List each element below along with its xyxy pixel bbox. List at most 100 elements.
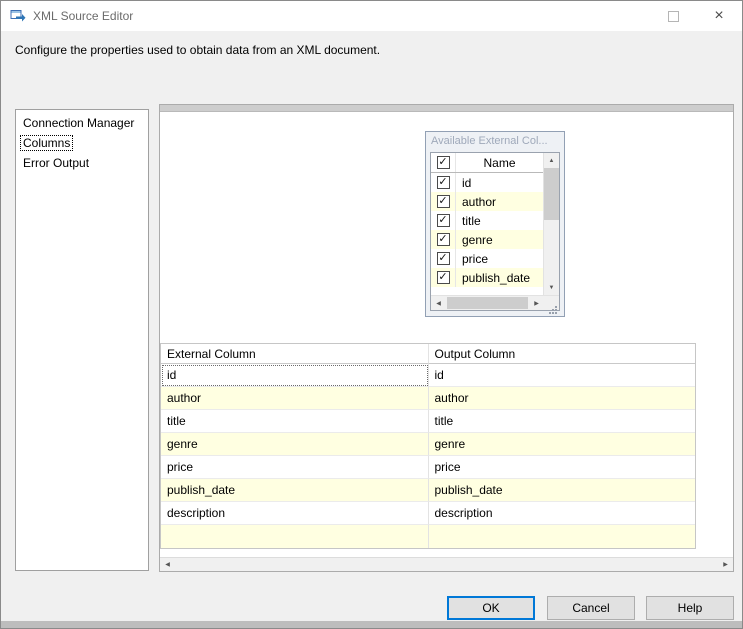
available-column-row[interactable]: ✓ genre (431, 230, 543, 249)
grid-cell-output[interactable]: id (429, 364, 696, 387)
grid-cell-external[interactable]: price (161, 456, 429, 479)
horizontal-scrollbar[interactable]: ◀ ▶ (431, 295, 559, 310)
select-all-checkbox[interactable]: ✓ (437, 156, 450, 169)
vertical-scroll-thumb[interactable] (544, 168, 559, 220)
close-button[interactable]: × (696, 1, 742, 31)
nav-item-label: Error Output (21, 156, 91, 170)
grid-row: description description (161, 502, 695, 525)
column-checkbox[interactable]: ✓ (437, 271, 450, 284)
grid-cell-output[interactable]: description (429, 502, 696, 525)
grid-row: price price (161, 456, 695, 479)
mapping-grid: External Column Output Column id id auth… (160, 343, 696, 549)
grid-cell-output[interactable] (429, 525, 696, 548)
available-column-row[interactable]: ✓ publish_date (431, 268, 543, 287)
available-column-row[interactable]: ✓ title (431, 211, 543, 230)
horizontal-scroll-track[interactable] (446, 296, 529, 310)
window-title: XML Source Editor (33, 9, 133, 23)
scroll-left-button[interactable]: ◀ (431, 296, 446, 310)
scroll-left-icon: ◀ (436, 300, 441, 307)
maximize-button[interactable] (650, 1, 696, 31)
column-name: title (456, 214, 543, 228)
scroll-right-button[interactable]: ▶ (529, 296, 544, 310)
grid-row: title title (161, 410, 695, 433)
grid-cell-external[interactable]: description (161, 502, 429, 525)
columns-page-panel: Available External Col... ✓ Name ✓ (159, 104, 734, 572)
grid-cell-external[interactable] (161, 525, 429, 548)
window-bottom-edge (1, 621, 742, 628)
external-column-header[interactable]: External Column (161, 344, 429, 364)
resize-grip-icon (555, 306, 557, 308)
column-checkbox[interactable]: ✓ (437, 252, 450, 265)
panel-top-divider (160, 105, 733, 112)
select-all-cell: ✓ (431, 153, 456, 172)
close-icon: × (714, 8, 723, 24)
window-controls: × (650, 1, 742, 31)
nav-item-label: Connection Manager (21, 116, 136, 130)
dialog-description: Configure the properties used to obtain … (15, 43, 380, 57)
grid-cell-output[interactable]: publish_date (429, 479, 696, 502)
grid-cell-external[interactable]: publish_date (161, 479, 429, 502)
available-columns-rows: ✓ Name ✓ id ✓ (431, 153, 543, 295)
grid-row (161, 525, 695, 548)
scroll-up-button[interactable]: ▲ (544, 153, 559, 168)
nav-item-columns[interactable]: Columns (16, 133, 148, 153)
column-checkbox[interactable]: ✓ (437, 214, 450, 227)
checkbox-cell: ✓ (431, 173, 456, 192)
horizontal-scroll-thumb[interactable] (447, 297, 528, 309)
available-columns-list: ✓ Name ✓ id ✓ (430, 152, 560, 311)
grid-cell-output[interactable]: price (429, 456, 696, 479)
scroll-left-button[interactable]: ◀ (160, 558, 175, 571)
column-checkbox[interactable]: ✓ (437, 195, 450, 208)
column-name: id (456, 176, 543, 190)
check-icon: ✓ (438, 272, 447, 283)
ok-button[interactable]: OK (447, 596, 535, 620)
column-name: publish_date (456, 271, 543, 285)
help-button[interactable]: Help (646, 596, 734, 620)
column-name: genre (456, 233, 543, 247)
grid-row: genre genre (161, 433, 695, 456)
available-column-row[interactable]: ✓ price (431, 249, 543, 268)
titlebar: XML Source Editor × (1, 1, 742, 31)
grid-cell-output[interactable]: title (429, 410, 696, 433)
nav-item-label: Columns (21, 136, 72, 150)
scroll-left-icon: ◀ (165, 561, 170, 568)
scroll-down-icon: ▼ (549, 285, 555, 291)
checkbox-cell: ✓ (431, 249, 456, 268)
app-icon (10, 8, 26, 24)
pages-list: Connection Manager Columns Error Output (15, 109, 149, 571)
available-columns-header-row: ✓ Name (431, 153, 543, 173)
grid-cell-output[interactable]: author (429, 387, 696, 410)
check-icon: ✓ (438, 196, 447, 207)
column-checkbox[interactable]: ✓ (437, 233, 450, 246)
panel-horizontal-scrollbar[interactable]: ◀ ▶ (160, 557, 733, 571)
grid-header-row: External Column Output Column (161, 344, 695, 364)
available-column-row[interactable]: ✓ id (431, 173, 543, 192)
grid-cell-external[interactable]: genre (161, 433, 429, 456)
grid-cell-external[interactable]: author (161, 387, 429, 410)
checkbox-cell: ✓ (431, 211, 456, 230)
nav-item-connection-manager[interactable]: Connection Manager (16, 113, 148, 133)
column-checkbox[interactable]: ✓ (437, 176, 450, 189)
nav-item-error-output[interactable]: Error Output (16, 153, 148, 173)
output-column-header[interactable]: Output Column (429, 344, 696, 364)
available-columns-body: ✓ Name ✓ id ✓ (431, 153, 559, 295)
grid-cell-output[interactable]: genre (429, 433, 696, 456)
scroll-up-icon: ▲ (549, 158, 555, 164)
vertical-scrollbar[interactable]: ▲ ▼ (543, 153, 559, 295)
available-external-columns-panel[interactable]: Available External Col... ✓ Name ✓ (425, 131, 565, 317)
cancel-button[interactable]: Cancel (547, 596, 635, 620)
available-column-row[interactable]: ✓ author (431, 192, 543, 211)
resize-grip[interactable] (544, 296, 559, 310)
column-name: author (456, 195, 543, 209)
grid-cell-external[interactable]: title (161, 410, 429, 433)
scroll-down-button[interactable]: ▼ (544, 280, 559, 295)
vertical-scroll-track[interactable] (544, 168, 559, 280)
name-column-header[interactable]: Name (456, 156, 543, 170)
grid-cell-external[interactable]: id (161, 364, 429, 387)
scroll-right-icon: ▶ (534, 300, 539, 307)
xml-source-editor-dialog: XML Source Editor × Configure the proper… (0, 0, 743, 629)
check-icon: ✓ (438, 157, 447, 168)
grid-row: author author (161, 387, 695, 410)
scroll-right-button[interactable]: ▶ (718, 558, 733, 571)
maximize-icon (668, 11, 679, 22)
